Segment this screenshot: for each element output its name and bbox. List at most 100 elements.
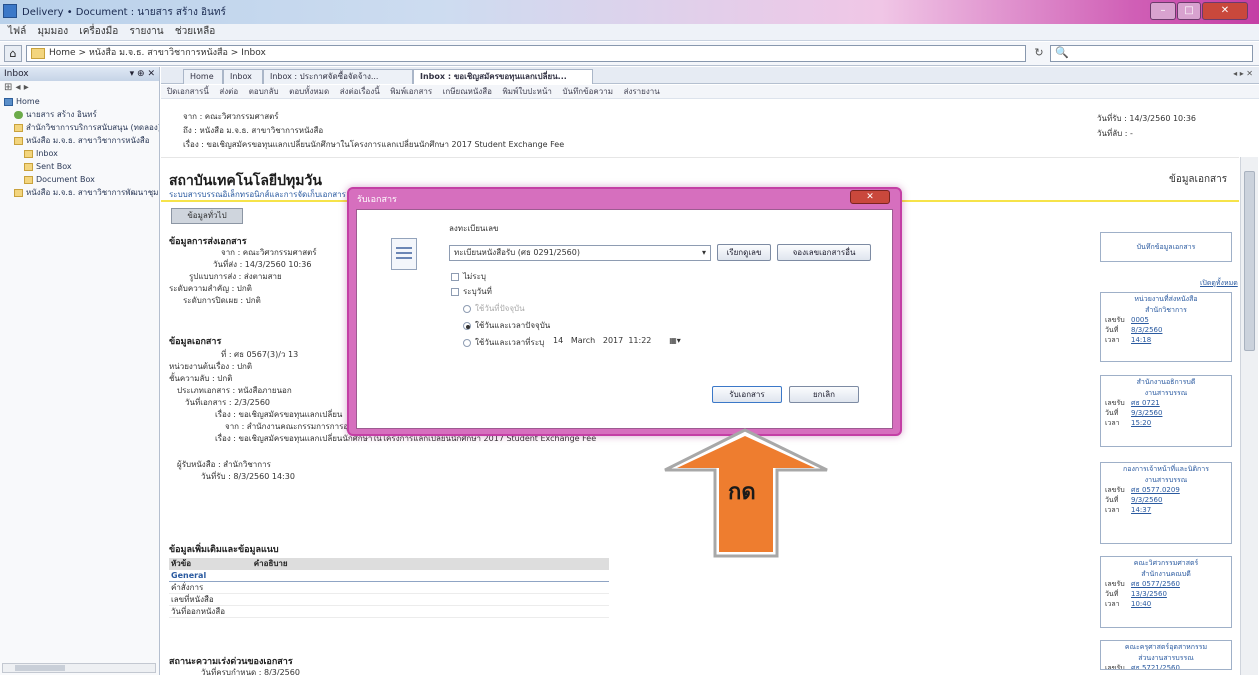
date-time: 11:22	[628, 336, 652, 345]
table-row[interactable]: คำสั่งการ	[169, 582, 609, 594]
date-time-picker[interactable]: 14 March 2017 11:22 ▦▾	[553, 336, 681, 345]
receipt-stamp[interactable]: หน่วยงานที่ส่งหนังสือ สำนักวิชาการ เลขรับ 0…	[1100, 292, 1232, 362]
table-row[interactable]: General	[169, 570, 609, 582]
search-input[interactable]: 🔍	[1050, 45, 1253, 62]
register-label: ลงทะเบียนเลข	[449, 224, 499, 233]
receive-document-button[interactable]: รับเอกสาร	[712, 386, 782, 403]
folder-icon	[24, 149, 33, 158]
tab-inbox-exchange[interactable]: Inbox : ขอเชิญสมัครขอทุนแลกเปลี่ยน...	[413, 69, 593, 84]
tree-item[interactable]: Sent Box	[0, 160, 159, 173]
stamp-summary-box[interactable]: บันทึกข้อมูลเอกสาร	[1100, 232, 1232, 262]
pane-controls[interactable]: ▾ ⊕ ✕	[130, 67, 155, 81]
stamp-row: วันที่ 9/3/2560	[1105, 409, 1163, 417]
tree-item-label: Home	[16, 97, 40, 106]
address-bar: ⌂ Home > หนังสือ ม.จ.ธ. สาขาวิชาการหนังส…	[0, 42, 1259, 66]
user-icon	[14, 110, 23, 119]
view-all-link[interactable]: เปิดดูทั้งหมด	[1200, 278, 1238, 289]
tab-inbox-procurement[interactable]: Inbox : ประกาศจัดซื้อจัดจ้าง...	[263, 69, 413, 84]
stamp-caption: สำนักงานอธิการบดี	[1136, 378, 1196, 386]
table-header: หัวข้อ คำอธิบาย	[169, 558, 609, 570]
register-select[interactable]: ทะเบียนหนังสือรับ (ศธ 0291/2560) ▾	[449, 245, 711, 261]
message-to: ถึง : หนังสือ ม.จ.ธ. สาขาวิชาการหนังสือ	[183, 126, 324, 135]
toolbar-send-report[interactable]: ส่งรายงาน	[624, 87, 660, 96]
toolbar-print[interactable]: พิมพ์เอกสาร	[390, 87, 432, 96]
close-window-button[interactable]: ✕	[1202, 2, 1248, 20]
left-navigation-pane: Inbox ▾ ⊕ ✕ ⊞ ◂ ▸ Home นายสาร สร้าง อินทร…	[0, 67, 160, 675]
dialog-close-button[interactable]: ✕	[850, 190, 890, 204]
toolbar-reply[interactable]: ตอบกลับ	[249, 87, 279, 96]
radio-current-date[interactable]: ใช้วันที่ปัจจุบัน	[463, 302, 525, 315]
document-tabs: Home Inbox Inbox : ประกาศจัดซื้อจัดจ้าง.…	[161, 67, 1259, 84]
general-info-tab-button[interactable]: ข้อมูลทั่วไป	[171, 208, 243, 224]
message-header: จาก : คณะวิศวกรรมศาสตร์ ถึง : หนังสือ ม.…	[161, 100, 1259, 156]
stamp-subcaption: งานสารบรรณ	[1144, 389, 1188, 397]
tree-item-label: Inbox	[36, 149, 58, 158]
toolbar-retire[interactable]: เกษียณหนังสือ	[443, 87, 492, 96]
stamp-subcaption: สำนักวิชาการ	[1145, 306, 1187, 314]
stamp-row: เลขรับ 0005	[1105, 316, 1149, 324]
toolbar-forward[interactable]: ส่งต่อ	[219, 87, 238, 96]
menu-bar: ไฟล์ มุมมอง เครื่องมือ รายงาน ช่วยเหลือ	[0, 24, 1259, 41]
column-header: คำอธิบาย	[253, 559, 288, 568]
toolbar-reply-all[interactable]: ตอบทั้งหมด	[289, 87, 329, 96]
folder-icon	[31, 48, 45, 59]
received-field: วันที่รับ : 8/3/2560 14:30	[201, 472, 295, 481]
checkbox-specify-date[interactable]: ระบุวันที่	[451, 285, 492, 298]
date-year: 2017	[602, 336, 624, 345]
document-icon	[391, 238, 417, 270]
receipt-stamp[interactable]: กองการเจ้าหน้าที่และนิติการ งานสารบรรณ เลข…	[1100, 462, 1232, 544]
server-icon	[4, 97, 13, 106]
attachments-table: หัวข้อ คำอธิบาย General คำสั่งการ เลขที่…	[169, 558, 609, 618]
vertical-scrollbar[interactable]	[1240, 157, 1258, 675]
message-status: วันที่ลับ : -	[1097, 129, 1133, 138]
tree-item[interactable]: Home	[0, 95, 159, 108]
address-path[interactable]: Home > หนังสือ ม.จ.ธ. สาขาวิชาการหนังสือ…	[26, 45, 1026, 62]
calendar-icon[interactable]: ▦▾	[669, 336, 681, 345]
tree-item[interactable]: Inbox	[0, 147, 159, 160]
cancel-button[interactable]: ยกเลิก	[789, 386, 859, 403]
register-select-value: ทะเบียนหนังสือรับ (ศธ 0291/2560)	[454, 248, 580, 257]
radio-current-datetime[interactable]: ใช้วันและเวลาปัจจุบัน	[463, 319, 550, 332]
tab-home[interactable]: Home	[183, 69, 223, 84]
tree-item[interactable]: Document Box	[0, 173, 159, 186]
document-info-title: ข้อมูลเอกสาร	[1169, 174, 1228, 185]
receipt-stamp[interactable]: สำนักงานอธิการบดีงานสารบรรณเลขรับ ศธ 0721…	[1100, 375, 1232, 447]
tab-scroll-controls[interactable]: ◂ ▸ ✕	[1233, 69, 1253, 78]
view-number-button[interactable]: เรียกดูเลข	[717, 244, 771, 261]
table-row[interactable]: เลขที่หนังสือ	[169, 594, 609, 606]
toolbar-memo[interactable]: บันทึกข้อความ	[562, 87, 613, 96]
receipt-stamp[interactable]: คณะครุศาสตร์อุตสาหกรรม ส่วนงานสารบรรณ เลขร…	[1100, 640, 1232, 670]
menu-item-view[interactable]: มุมมอง	[37, 24, 68, 40]
menu-item-file[interactable]: ไฟล์	[8, 24, 26, 40]
checkbox-none[interactable]: ไม่ระบุ	[451, 270, 486, 283]
menu-item-help[interactable]: ช่วยเหลือ	[175, 24, 215, 40]
minimize-button[interactable]: –	[1150, 2, 1176, 20]
tree-item[interactable]: หนังสือ ม.จ.ธ. สาขาวิชาการพัฒนาชุมชน	[0, 186, 159, 199]
tree-item[interactable]: หนังสือ ม.จ.ธ. สาขาวิชาการหนังสือ	[0, 134, 159, 147]
tab-inbox[interactable]: Inbox	[223, 69, 263, 84]
pane-nav-buttons[interactable]: ⊞ ◂ ▸	[0, 81, 159, 95]
menu-item-report[interactable]: รายงาน	[129, 24, 163, 40]
tree-item[interactable]: นายสาร สร้าง อินทร์	[0, 108, 159, 121]
refresh-button[interactable]: ↻	[1030, 45, 1048, 62]
stamp-caption: คณะวิศวกรรมศาสตร์	[1133, 559, 1199, 567]
toolbar-print-cover[interactable]: พิมพ์ใบปะหน้า	[503, 87, 552, 96]
scroll-thumb[interactable]	[1244, 171, 1255, 351]
stamp-subcaption: ส่วนงานสารบรรณ	[1138, 654, 1194, 662]
address-path-text: Home > หนังสือ ม.จ.ธ. สาขาวิชาการหนังสือ…	[49, 48, 266, 58]
stamp-row: เลขรับ ศธ 0577.0209	[1105, 486, 1180, 494]
toolbar-forward-this[interactable]: ส่งต่อเรื่องนี้	[340, 87, 380, 96]
table-row[interactable]: วันที่ออกหนังสือ	[169, 606, 609, 618]
scroll-thumb[interactable]	[15, 665, 65, 671]
tree-item[interactable]: สำนักวิชาการบริการสนับสนุน (ทดลอง)	[0, 121, 159, 134]
toolbar-close-doc[interactable]: ปิดเอกสารนี้	[167, 87, 209, 96]
horizontal-scrollbar[interactable]	[2, 663, 156, 673]
stamp-row: เวลา 14:37	[1105, 506, 1152, 514]
receipt-stamp[interactable]: คณะวิศวกรรมศาสตร์ สำนักงานคณบดี เลขรับ ศธ 0…	[1100, 556, 1232, 628]
menu-item-tools[interactable]: เครื่องมือ	[79, 24, 118, 40]
radio-specified-datetime[interactable]: ใช้วันและเวลาที่ระบุ	[463, 336, 544, 349]
reserve-number-button[interactable]: จองเลขเอกสารอื่น	[777, 244, 871, 261]
stamp-row: เลขรับ ศธ 0721	[1105, 399, 1160, 407]
home-button[interactable]: ⌂	[4, 45, 22, 62]
maximize-button[interactable]: □	[1177, 2, 1201, 20]
